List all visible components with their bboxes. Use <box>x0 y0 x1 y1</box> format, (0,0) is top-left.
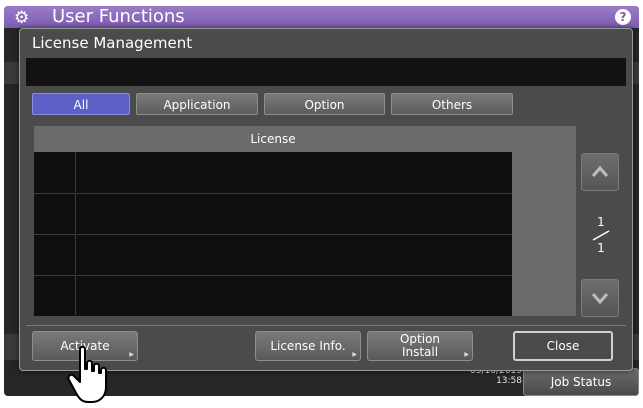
app-title: User Functions <box>52 6 185 27</box>
tab-all[interactable]: All <box>32 93 130 115</box>
chevron-down-icon <box>591 293 609 305</box>
tab-application[interactable]: Application <box>136 93 258 115</box>
message-bar <box>26 58 626 86</box>
scroll-up-button[interactable] <box>581 153 619 191</box>
chevron-up-icon <box>591 165 609 177</box>
license-management-dialog: License Management All Application Optio… <box>19 28 633 371</box>
gear-icon: ⚙ <box>14 8 30 28</box>
table-row[interactable] <box>34 152 512 192</box>
row-marker <box>34 235 76 274</box>
close-button[interactable]: Close <box>513 331 613 361</box>
page-slash-icon <box>592 230 610 241</box>
license-column-header: License <box>34 126 512 152</box>
option-install-button[interactable]: Option Install ▶ <box>367 331 473 361</box>
option-install-label-line2: Install <box>401 345 439 359</box>
status-time: 13:58 <box>496 376 522 386</box>
table-side-panel <box>512 126 576 316</box>
row-marker <box>34 194 76 233</box>
corner-triangle-icon: ▶ <box>464 351 469 358</box>
table-row[interactable] <box>34 193 512 233</box>
license-info-label: License Info. <box>270 339 346 353</box>
corner-triangle-icon: ▶ <box>129 351 134 358</box>
row-marker <box>34 276 76 315</box>
dialog-title: License Management <box>32 34 193 52</box>
app-titlebar: ⚙ User Functions ? <box>4 6 639 28</box>
page-current: 1 <box>597 215 605 229</box>
tab-others[interactable]: Others <box>391 93 513 115</box>
table-row[interactable] <box>34 275 512 315</box>
table-row[interactable] <box>34 234 512 274</box>
job-status-button[interactable]: Job Status <box>523 368 639 396</box>
license-info-button[interactable]: License Info. ▶ <box>255 331 361 361</box>
corner-triangle-icon: ▶ <box>352 351 357 358</box>
row-marker <box>34 152 76 192</box>
scroll-down-button[interactable] <box>581 279 619 317</box>
page-indicator: 1 1 <box>585 215 617 255</box>
page-total: 1 <box>597 241 605 255</box>
tab-option[interactable]: Option <box>264 93 385 115</box>
hand-pointer-icon <box>67 345 107 403</box>
help-icon[interactable]: ? <box>615 9 631 25</box>
divider <box>26 325 626 326</box>
license-table <box>34 152 512 316</box>
